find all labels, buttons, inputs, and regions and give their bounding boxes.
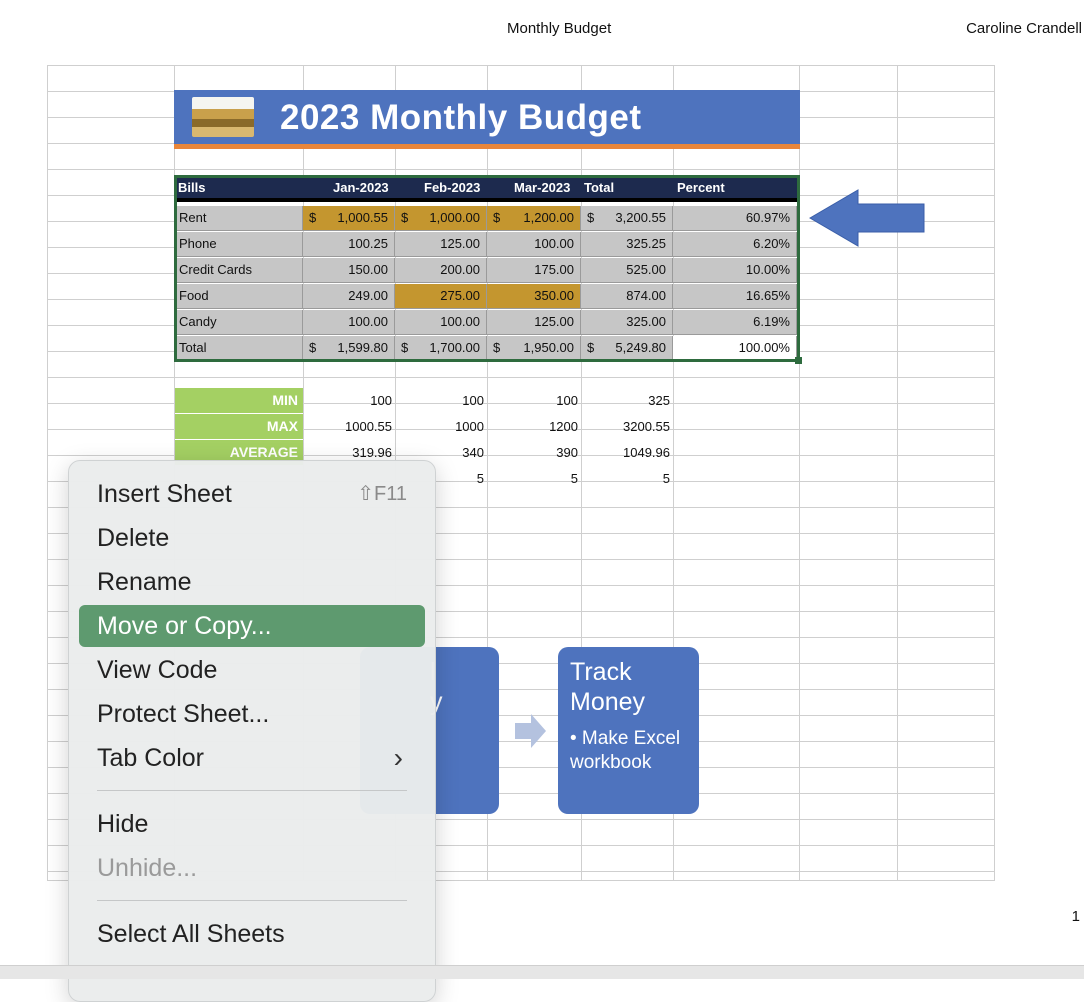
menu-item-protect-sheet[interactable]: Protect Sheet... — [79, 693, 425, 735]
stat-value[interactable]: 1049.96 — [581, 440, 670, 465]
stat-value[interactable]: 325 — [581, 388, 670, 413]
menu-separator — [97, 790, 407, 791]
selection-outline — [174, 175, 800, 362]
stat-value[interactable]: 390 — [487, 440, 578, 465]
smartart-title: Track Money — [570, 658, 646, 716]
coins-stack-icon[interactable] — [192, 97, 254, 137]
menu-item-move-or-copy[interactable]: Move or Copy... — [79, 605, 425, 647]
shortcut-hint: ⇧F11 — [357, 483, 407, 505]
stat-value[interactable]: 100 — [395, 388, 484, 413]
menu-item-delete[interactable]: Delete — [79, 517, 425, 559]
stat-value[interactable]: 100 — [487, 388, 578, 413]
sheet-tab-bar[interactable] — [0, 965, 1084, 979]
stat-value[interactable]: 100 — [303, 388, 392, 413]
smartart-connector-arrow-icon — [515, 714, 546, 748]
smartart-bullet: • Make Excel workbook — [570, 728, 681, 773]
menu-item-insert-sheet[interactable]: Insert Sheet ⇧F11 — [79, 473, 425, 515]
menu-item-view-code[interactable]: View Code — [79, 649, 425, 691]
chevron-right-icon: › — [393, 742, 403, 773]
menu-item-tab-color[interactable]: Tab Color › — [79, 737, 425, 779]
page-number: 1 — [1071, 908, 1080, 925]
menu-separator — [97, 900, 407, 901]
stat-value[interactable]: 3200.55 — [581, 414, 670, 439]
stat-label-min: MIN — [175, 388, 303, 413]
stat-value[interactable]: 1000.55 — [303, 414, 392, 439]
stat-value[interactable]: 5 — [581, 466, 670, 491]
banner-title: 2023 Monthly Budget — [280, 98, 642, 137]
stat-value[interactable]: 1000 — [395, 414, 484, 439]
menu-item-hide[interactable]: Hide — [79, 803, 425, 845]
banner-accent-line — [174, 144, 800, 149]
page-header-title: Monthly Budget — [507, 20, 612, 37]
stat-value[interactable]: 1200 — [487, 414, 578, 439]
menu-item-select-all-sheets[interactable]: Select All Sheets — [79, 913, 425, 955]
page-header-author: Caroline Crandell — [966, 20, 1082, 37]
stat-value[interactable]: 5 — [487, 466, 578, 491]
left-arrow-shape[interactable] — [808, 188, 928, 248]
stat-label-max: MAX — [175, 414, 303, 439]
fill-handle[interactable] — [795, 357, 802, 364]
smartart-box-track-money[interactable]: Track Money • Make Excel workbook — [558, 647, 699, 814]
menu-item-unhide: Unhide... — [97, 854, 198, 882]
sheet-context-menu: Insert Sheet ⇧F11 Delete Rename Move or … — [68, 460, 436, 1002]
menu-item-rename[interactable]: Rename — [79, 561, 425, 603]
